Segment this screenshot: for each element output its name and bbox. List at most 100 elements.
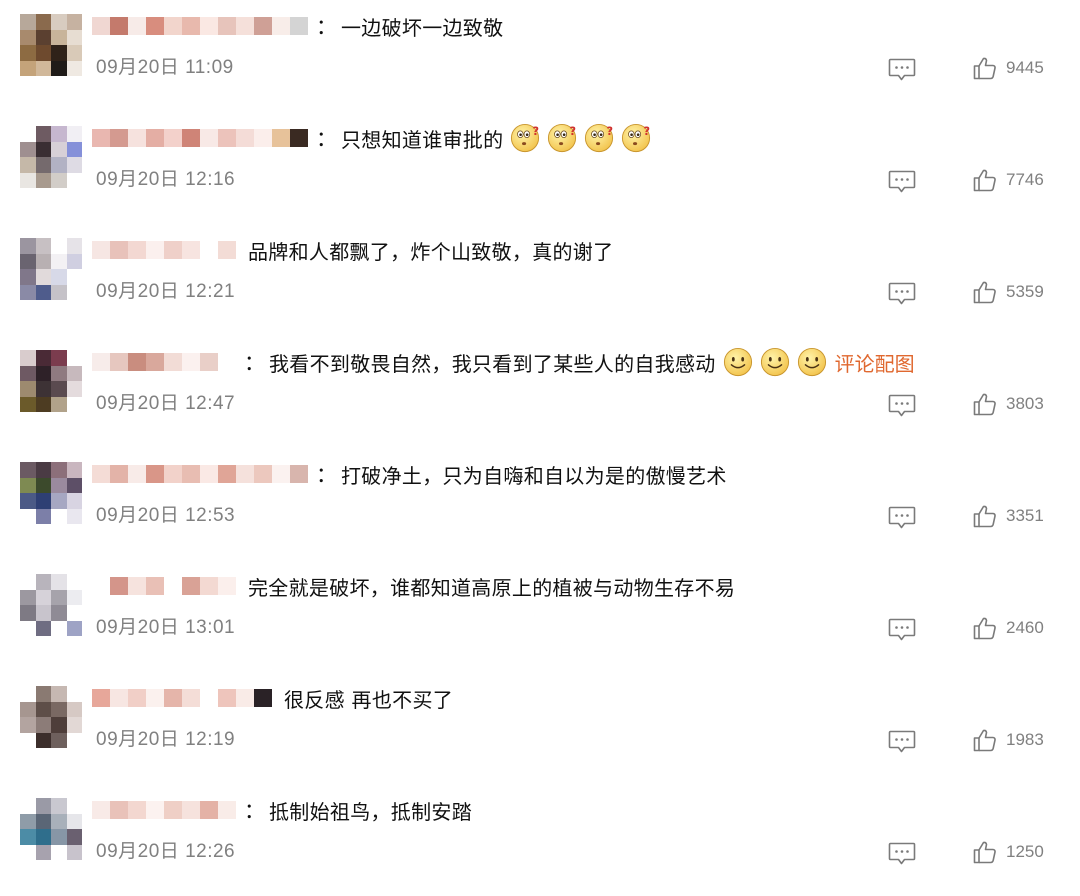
like-button[interactable]: 1983: [972, 727, 1044, 753]
svg-text:?: ?: [533, 125, 540, 138]
like-count: 2460: [1006, 618, 1044, 637]
comment-time: 12:21: [185, 281, 236, 302]
username-pixelated[interactable]: [92, 353, 236, 371]
view-comment-image-link[interactable]: 评论配图: [835, 348, 915, 377]
avatar[interactable]: [20, 574, 82, 636]
reply-button[interactable]: [888, 168, 916, 194]
like-button[interactable]: 3803: [972, 391, 1044, 417]
comment-timestamp: 09月20日 12:21: [96, 276, 235, 303]
comment-timestamp: 09月20日 12:19: [96, 724, 235, 751]
comment-timestamp: 09月20日 11:09: [96, 52, 234, 79]
comment-actions: 2460: [888, 615, 1068, 643]
reply-button[interactable]: [888, 56, 916, 82]
comment-item: ：一边破坏一边致敬 09月20日 11:09 9445: [0, 0, 1080, 112]
comment-body: ：打破净土，只为自嗨和自以为是的傲慢艺术: [92, 458, 1052, 490]
thumbs-up-icon: [973, 505, 996, 528]
thumbs-up-icon: [973, 393, 996, 416]
like-count: 1250: [1006, 842, 1044, 861]
like-button[interactable]: 9445: [972, 55, 1044, 81]
avatar[interactable]: [20, 350, 82, 412]
avatar[interactable]: [20, 126, 82, 188]
comment-text: 品牌和人都飘了，炸个山致敬，真的谢了: [248, 239, 614, 264]
comment-date: 09月20日: [96, 169, 180, 190]
comment-item: ：抵制始祖鸟，抵制安踏 09月20日 12:26 1250: [0, 784, 1080, 896]
reply-button[interactable]: [888, 616, 916, 642]
comment-date: 09月20日: [96, 841, 180, 862]
like-button[interactable]: 5359: [972, 279, 1044, 305]
comment-date: 09月20日: [96, 281, 180, 302]
like-count: 3803: [1006, 394, 1044, 413]
comment-item: ：打破净土，只为自嗨和自以为是的傲慢艺术 09月20日 12:53 3351: [0, 448, 1080, 560]
avatar[interactable]: [20, 238, 82, 300]
comment-timestamp: 09月20日 12:26: [96, 836, 235, 863]
thumbs-up-icon: [973, 841, 996, 864]
comment-date: 09月20日: [96, 617, 180, 638]
thumbs-up-icon: [973, 617, 996, 640]
comment-actions: 1250: [888, 839, 1068, 867]
comment-body: 完全就是破坏，谁都知道高原上的植被与动物生存不易: [92, 570, 1052, 602]
comment-text: 打破净土，只为自嗨和自以为是的傲慢艺术: [341, 463, 727, 488]
username-pixelated[interactable]: [92, 689, 272, 707]
thumbs-up-icon: [973, 57, 996, 80]
reply-button[interactable]: [888, 840, 916, 866]
reply-button[interactable]: [888, 392, 916, 418]
like-count: 7746: [1006, 170, 1044, 189]
reply-button[interactable]: [888, 504, 916, 530]
thumbs-up-icon: [973, 169, 996, 192]
thumbs-up-icon: [973, 729, 996, 752]
username-pixelated[interactable]: [92, 129, 308, 147]
comment-date: 09月20日: [96, 393, 180, 414]
smile-emoji-icon: [723, 347, 752, 377]
username-pixelated[interactable]: [92, 241, 236, 259]
thumbs-up-icon: [973, 281, 996, 304]
comment-time: 13:01: [185, 617, 236, 638]
like-button[interactable]: 1250: [972, 839, 1044, 865]
comment-text: 完全就是破坏，谁都知道高原上的植被与动物生存不易: [248, 575, 736, 600]
avatar[interactable]: [20, 462, 82, 524]
comment-text: 很反感 再也不买了: [284, 687, 454, 712]
comment-body: ：一边破坏一边致敬: [92, 10, 1052, 42]
username-pixelated[interactable]: [92, 577, 236, 595]
like-button[interactable]: 2460: [972, 615, 1044, 641]
comment-actions: 1983: [888, 727, 1068, 755]
username-pixelated[interactable]: [92, 17, 308, 35]
username-separator: ：: [244, 351, 265, 375]
username-separator: ：: [316, 15, 337, 39]
comment-timestamp: 09月20日 12:16: [96, 164, 235, 191]
smile-emoji-icon: [797, 347, 826, 377]
comment-item: 很反感 再也不买了 09月20日 12:19 1983: [0, 672, 1080, 784]
avatar[interactable]: [20, 798, 82, 860]
thinking-emoji-icon: ?: [548, 123, 577, 153]
comment-time: 12:53: [185, 505, 236, 526]
comment-date: 09月20日: [96, 729, 180, 750]
username-pixelated[interactable]: [92, 465, 308, 483]
comment-text: 一边破坏一边致敬: [341, 15, 504, 40]
comment-time: 12:47: [185, 393, 236, 414]
comment-text: 只想知道谁审批的: [341, 127, 504, 152]
like-count: 9445: [1006, 58, 1044, 77]
svg-text:?: ?: [644, 125, 651, 138]
username-separator: ：: [316, 127, 337, 151]
svg-text:?: ?: [570, 125, 577, 138]
smile-emoji-icon: [760, 347, 789, 377]
comment-actions: 3803: [888, 391, 1068, 419]
like-button[interactable]: 3351: [972, 503, 1044, 529]
comment-actions: 3351: [888, 503, 1068, 531]
reply-button[interactable]: [888, 280, 916, 306]
comment-time: 12:19: [185, 729, 236, 750]
like-count: 3351: [1006, 506, 1044, 525]
username-pixelated[interactable]: [92, 801, 236, 819]
comment-date: 09月20日: [96, 505, 180, 526]
comment-date: 09月20日: [96, 57, 180, 78]
comment-body: 很反感 再也不买了: [92, 682, 1052, 714]
thinking-emoji-icon: ?: [511, 123, 540, 153]
like-count: 5359: [1006, 282, 1044, 301]
thinking-emoji-icon: ?: [622, 123, 651, 153]
avatar[interactable]: [20, 14, 82, 76]
avatar[interactable]: [20, 686, 82, 748]
reply-button[interactable]: [888, 728, 916, 754]
like-button[interactable]: 7746: [972, 167, 1044, 193]
comment-body: ：只想知道谁审批的????: [92, 122, 1052, 154]
comment-timestamp: 09月20日 13:01: [96, 612, 235, 639]
username-separator: ：: [316, 463, 337, 487]
